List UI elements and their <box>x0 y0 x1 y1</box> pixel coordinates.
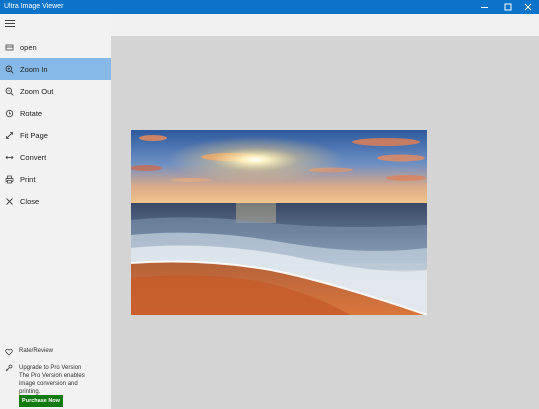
sidebar-item-label: Print <box>20 174 36 184</box>
sidebar-item-close[interactable]: Close <box>0 190 111 212</box>
fit-page-icon <box>5 131 14 140</box>
sidebar-item-convert[interactable]: Convert <box>0 146 111 168</box>
close-window-button[interactable] <box>517 0 539 14</box>
window-title: Ultra Image Viewer <box>4 3 64 10</box>
minimize-icon <box>481 7 488 8</box>
close-icon <box>524 3 532 11</box>
sidebar-item-label: open <box>20 42 37 52</box>
print-icon <box>5 175 14 184</box>
purchase-now-button[interactable]: Purchase Now <box>19 395 63 407</box>
minimize-button[interactable] <box>474 0 496 14</box>
displayed-photo <box>131 130 427 315</box>
sidebar-item-label: Fit Page <box>20 130 48 140</box>
maximize-icon <box>504 3 512 11</box>
close-icon <box>5 197 14 206</box>
zoom-out-icon <box>5 87 14 96</box>
zoom-in-icon <box>5 65 14 74</box>
sidebar-item-zoom-out[interactable]: Zoom Out <box>0 80 111 102</box>
open-icon <box>5 43 14 52</box>
title-bar: Ultra Image Viewer <box>0 0 539 14</box>
rate-review-label: Rate/Review <box>19 348 54 354</box>
sidebar-item-fit-page[interactable]: Fit Page <box>0 124 111 146</box>
maximize-button[interactable] <box>497 0 519 14</box>
rotate-icon <box>5 109 14 118</box>
sidebar-item-zoom-in[interactable]: Zoom In <box>0 58 111 80</box>
sidebar-item-open[interactable]: open <box>0 36 111 58</box>
convert-icon <box>5 153 14 162</box>
upgrade-icon <box>5 364 13 372</box>
upgrade-section[interactable]: Upgrade to Pro Version The Pro Version e… <box>0 364 111 396</box>
sidebar-item-label: Zoom Out <box>20 86 54 96</box>
heart-icon <box>5 348 13 356</box>
sidebar-item-print[interactable]: Print <box>0 168 111 190</box>
sidebar: open Zoom In Zoom Out Rotate Fit Page Co… <box>0 14 111 409</box>
sidebar-item-rotate[interactable]: Rotate <box>0 102 111 124</box>
rate-review-link[interactable]: Rate/Review <box>0 348 111 356</box>
hamburger-icon[interactable] <box>5 20 15 28</box>
sidebar-item-label: Convert <box>20 152 47 162</box>
viewer-toolbar-strip <box>111 14 539 36</box>
sidebar-item-label: Zoom In <box>20 64 48 74</box>
sidebar-item-label: Rotate <box>20 108 43 118</box>
upgrade-title: Upgrade to Pro Version <box>19 365 82 371</box>
upgrade-description: The Pro Version enables image conversion… <box>19 373 85 395</box>
sidebar-item-label: Close <box>20 196 40 206</box>
